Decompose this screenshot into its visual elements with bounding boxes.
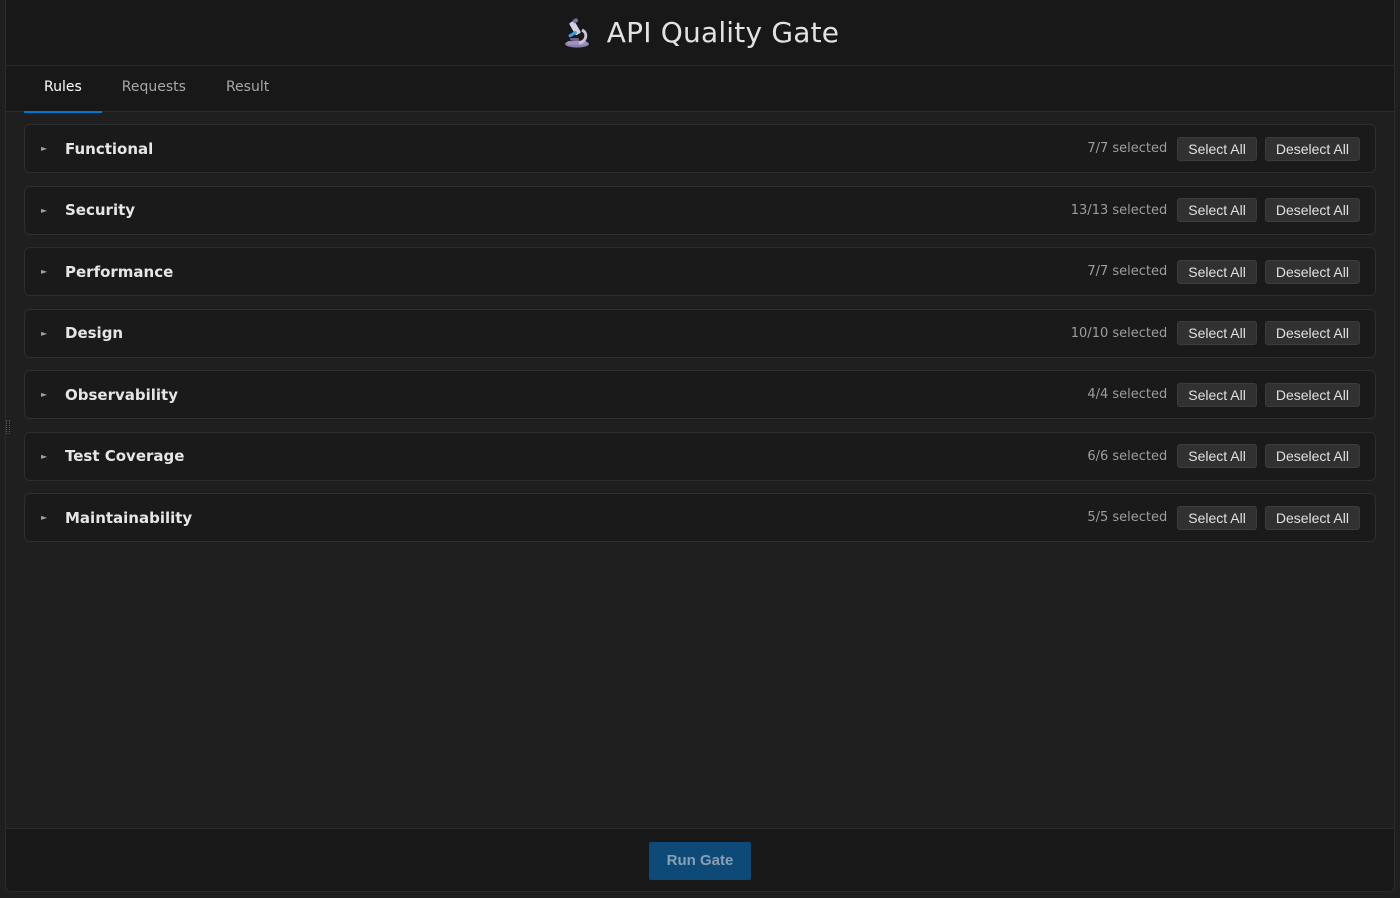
- category-name[interactable]: Functional: [65, 140, 1087, 158]
- category-functional[interactable]: ► Functional 7/7 selected Select All Des…: [24, 124, 1376, 173]
- select-all-button[interactable]: Select All: [1177, 505, 1257, 530]
- category-name[interactable]: Performance: [65, 263, 1087, 281]
- deselect-all-button[interactable]: Deselect All: [1264, 321, 1360, 345]
- selection-count: 13/13 selected: [1070, 202, 1168, 218]
- selection-count: 6/6 selected: [1087, 448, 1168, 464]
- deselect-all-button[interactable]: Deselect All: [1264, 136, 1360, 161]
- select-all-button[interactable]: Select All: [1177, 382, 1257, 407]
- category-name[interactable]: Test Coverage: [65, 447, 1087, 465]
- category-performance[interactable]: ► Performance 7/7 selected Select All De…: [24, 247, 1376, 296]
- category-maintainability[interactable]: ► Maintainability 5/5 selected Select Al…: [24, 493, 1376, 542]
- deselect-all-button[interactable]: Deselect All: [1264, 505, 1360, 530]
- select-all-button[interactable]: Select All: [1177, 259, 1257, 284]
- caret-right-icon[interactable]: ►: [41, 206, 65, 215]
- deselect-all-button[interactable]: Deselect All: [1264, 198, 1360, 222]
- resize-handle[interactable]: [6, 420, 10, 434]
- select-all-button[interactable]: Select All: [1177, 136, 1257, 161]
- deselect-all-button[interactable]: Deselect All: [1264, 444, 1360, 468]
- select-all-button[interactable]: Select All: [1177, 321, 1257, 345]
- footer-bar: Run Gate: [6, 828, 1394, 891]
- category-design[interactable]: ► Design 10/10 selected Select All Desel…: [24, 308, 1376, 358]
- category-name[interactable]: Observability: [65, 386, 1087, 404]
- selection-count: 7/7 selected: [1087, 264, 1168, 279]
- deselect-all-button[interactable]: Deselect All: [1264, 382, 1360, 407]
- tab-bar: Rules Requests Result: [6, 66, 1394, 113]
- category-name[interactable]: Design: [65, 324, 1071, 342]
- caret-right-icon[interactable]: ►: [41, 144, 65, 153]
- deselect-all-button[interactable]: Deselect All: [1264, 259, 1360, 284]
- caret-right-icon[interactable]: ►: [41, 513, 65, 522]
- select-all-button[interactable]: Select All: [1177, 444, 1257, 468]
- category-test-coverage[interactable]: ► Test Coverage 6/6 selected Select All …: [24, 431, 1376, 481]
- tab-result[interactable]: Result: [206, 66, 289, 112]
- category-name[interactable]: Security: [65, 201, 1071, 219]
- category-name[interactable]: Maintainability: [65, 509, 1087, 527]
- page-title: API Quality Gate: [606, 16, 840, 49]
- caret-right-icon[interactable]: ►: [41, 267, 65, 276]
- selection-count: 4/4 selected: [1087, 387, 1168, 402]
- selection-count: 5/5 selected: [1087, 510, 1168, 525]
- microscope-icon: [561, 17, 593, 49]
- tab-requests[interactable]: Requests: [102, 66, 206, 112]
- category-security[interactable]: ► Security 13/13 selected Select All Des…: [24, 185, 1376, 235]
- caret-right-icon[interactable]: ►: [41, 329, 65, 338]
- rules-panel: ► Functional 7/7 selected Select All Des…: [6, 112, 1394, 542]
- select-all-button[interactable]: Select All: [1177, 198, 1257, 222]
- selection-count: 10/10 selected: [1070, 325, 1168, 341]
- caret-right-icon[interactable]: ►: [41, 390, 65, 399]
- category-observability[interactable]: ► Observability 4/4 selected Select All …: [24, 370, 1376, 419]
- caret-right-icon[interactable]: ►: [41, 452, 65, 461]
- app-header: API Quality Gate: [6, 0, 1394, 66]
- run-gate-button[interactable]: Run Gate: [649, 841, 751, 880]
- selection-count: 7/7 selected: [1087, 141, 1168, 156]
- app-window: API Quality Gate Rules Requests Result ►…: [5, 0, 1395, 892]
- tab-rules[interactable]: Rules: [24, 66, 102, 113]
